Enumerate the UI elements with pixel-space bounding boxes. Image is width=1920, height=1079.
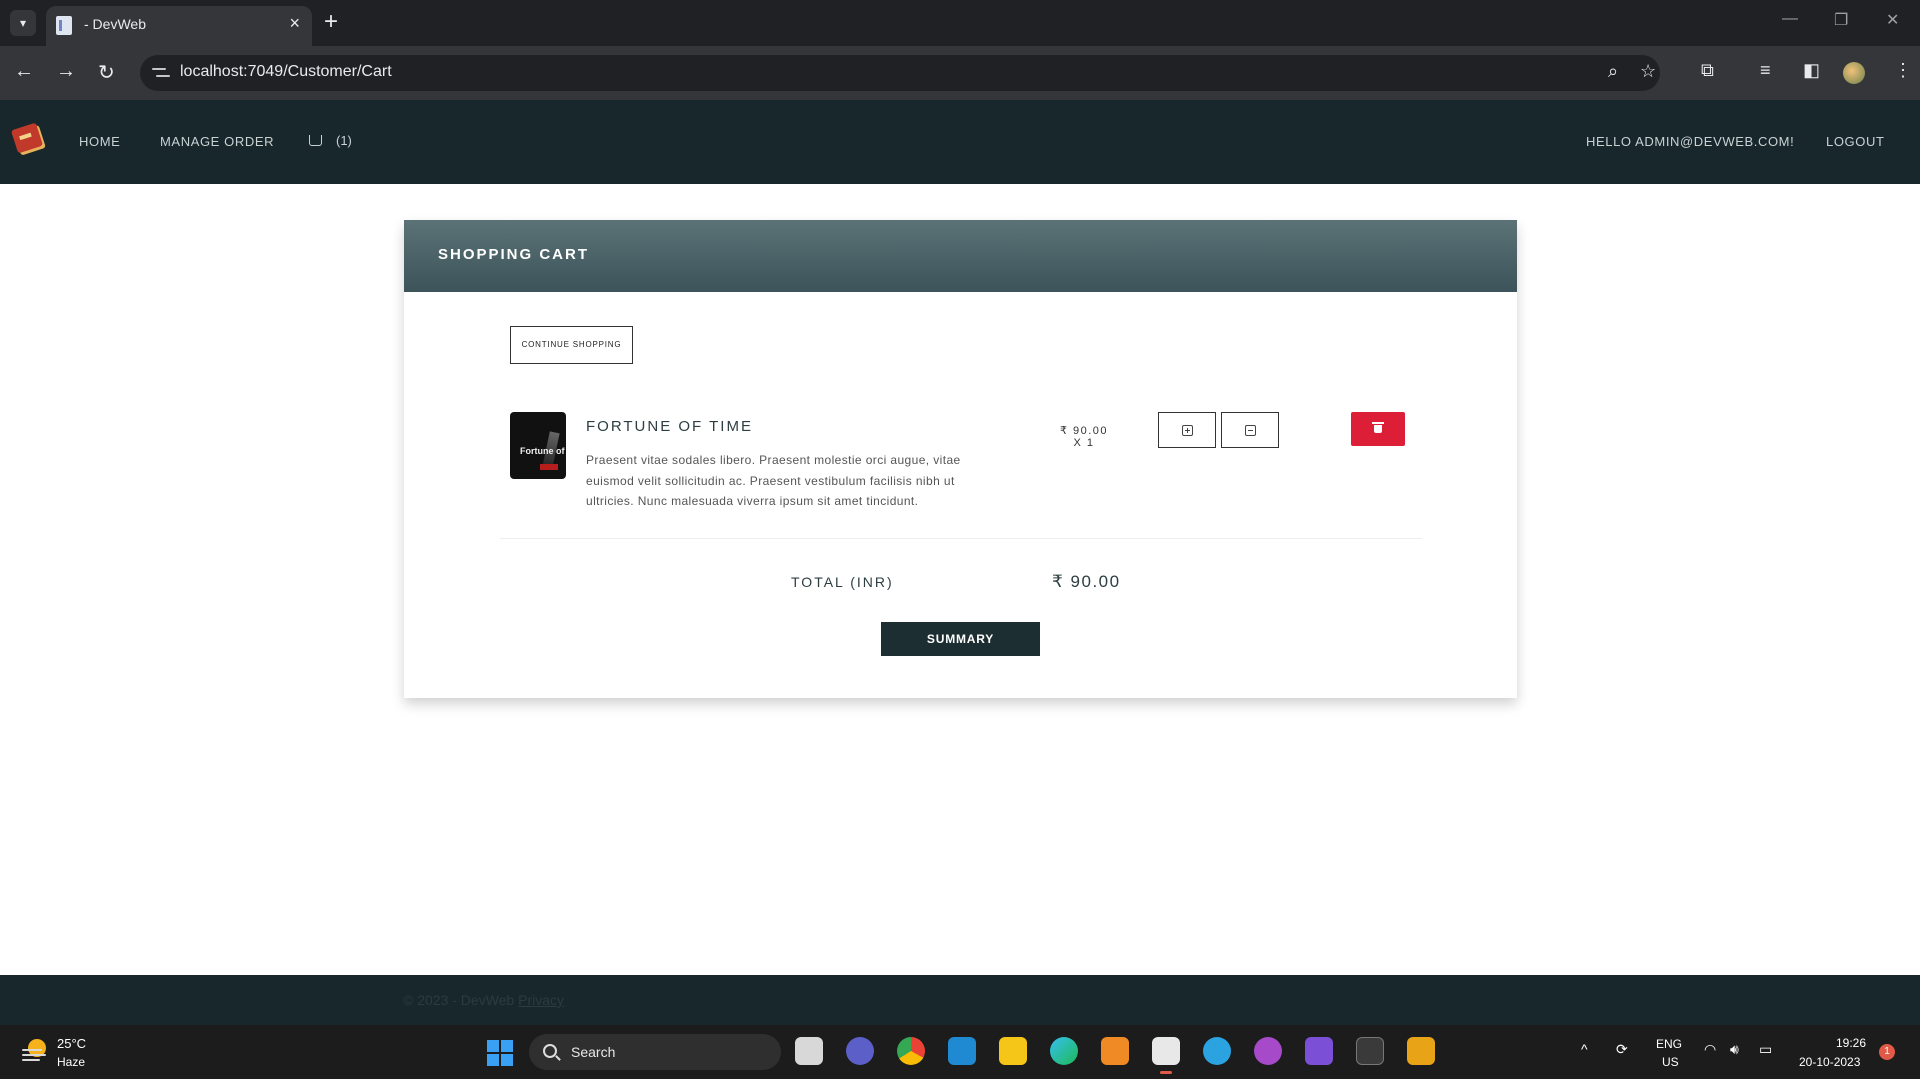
new-tab-icon[interactable]: +	[324, 8, 338, 36]
item-price: ₹ 90.00 X 1	[1044, 425, 1124, 449]
sync-icon[interactable]: ⟳	[1616, 1041, 1628, 1058]
browser-tab[interactable]: - DevWeb ×	[46, 6, 312, 46]
media-controls-icon[interactable]: ≡	[1760, 60, 1771, 81]
dev-tool-icon[interactable]	[1407, 1037, 1435, 1065]
weather-haze-icon[interactable]	[22, 1039, 48, 1061]
clock-time[interactable]: 19:26	[1836, 1036, 1866, 1050]
search-icon	[543, 1044, 557, 1058]
restore-icon[interactable]: ❐	[1834, 10, 1848, 30]
cart-icon	[309, 135, 322, 146]
zoom-icon[interactable]: ⌕	[1608, 61, 1618, 82]
nav-cart[interactable]: (1)	[309, 133, 352, 148]
extensions-icon[interactable]: ⧉	[1701, 60, 1714, 81]
item-unit-price: ₹ 90.00	[1059, 425, 1109, 437]
address-bar[interactable]: localhost:7049/Customer/Cart ⌕ ☆	[140, 55, 1660, 91]
terminal-icon[interactable]	[1356, 1037, 1384, 1065]
total-value: ₹ 90.00	[1052, 572, 1121, 591]
snipping-tool-icon[interactable]	[1152, 1037, 1180, 1074]
book-cover-text: Fortune of	[520, 446, 565, 456]
back-icon[interactable]: ←	[14, 60, 34, 83]
url-text[interactable]: localhost:7049/Customer/Cart	[180, 63, 392, 81]
card-header: SHOPPING CART	[404, 220, 1517, 292]
page-title: SHOPPING CART	[438, 246, 590, 263]
tab-search-chevron-icon[interactable]: ▾	[10, 10, 36, 36]
side-panel-icon[interactable]: ◧	[1803, 60, 1820, 81]
close-window-icon[interactable]: ✕	[1886, 10, 1899, 30]
minus-square-icon	[1245, 425, 1256, 436]
brand-logo-icon[interactable]	[10, 122, 44, 156]
nav-greeting[interactable]: Hello admin@devweb.com!	[1586, 134, 1794, 149]
visual-studio-icon[interactable]	[1305, 1037, 1333, 1065]
bookmark-star-icon[interactable]: ☆	[1640, 61, 1656, 82]
notification-badge[interactable]: 1	[1879, 1044, 1895, 1060]
battery-icon[interactable]: ▭	[1759, 1041, 1772, 1058]
language-indicator[interactable]: ENG	[1656, 1037, 1682, 1051]
vscode-icon[interactable]	[948, 1037, 976, 1065]
total-label: TOTAL (INR)	[791, 574, 894, 590]
item-title: Fortune of Time	[586, 418, 753, 435]
profile-avatar[interactable]	[1843, 62, 1865, 84]
browser-tab-strip: ▾ - DevWeb × + — ❐ ✕	[0, 0, 1920, 46]
trash-icon	[1372, 422, 1384, 434]
tab-title: - DevWeb	[84, 16, 146, 32]
summary-button[interactable]: SUMMARY	[881, 622, 1040, 656]
site-navbar: Home Manage Order (1) Hello admin@devweb…	[0, 100, 1920, 184]
reload-icon[interactable]: ↻	[98, 60, 115, 85]
minimize-icon[interactable]: —	[1782, 10, 1798, 28]
windows-taskbar: 25°C Haze Search ^ ⟳ ENG US ◠ 🔊︎ ▭ 19:26…	[0, 1025, 1920, 1079]
sublime-text-icon[interactable]	[1101, 1037, 1129, 1065]
continue-shopping-button[interactable]: CONTINUE SHOPPING	[510, 326, 633, 364]
close-tab-icon[interactable]: ×	[289, 13, 300, 34]
keyboard-layout[interactable]: US	[1662, 1055, 1679, 1069]
forward-icon[interactable]: →	[56, 60, 76, 83]
remove-item-button[interactable]	[1351, 412, 1405, 446]
page-favicon-icon	[56, 16, 72, 35]
wifi-icon[interactable]: ◠	[1704, 1041, 1716, 1058]
clock-date[interactable]: 20-10-2023	[1799, 1055, 1860, 1069]
nav-home[interactable]: Home	[79, 134, 120, 149]
nav-manage-order[interactable]: Manage Order	[160, 134, 274, 149]
search-label: Search	[571, 1044, 616, 1060]
weather-temperature[interactable]: 25°C	[57, 1036, 86, 1051]
telegram-icon[interactable]	[1203, 1037, 1231, 1065]
teams-chat-icon[interactable]	[846, 1037, 874, 1065]
chrome-menu-icon[interactable]: ⋮	[1894, 60, 1912, 81]
chrome-app-icon[interactable]	[897, 1037, 925, 1065]
copyright-text: © 2023 - DevWeb	[403, 992, 519, 1008]
volume-icon[interactable]: 🔊︎	[1730, 1041, 1739, 1058]
browser-app-icon[interactable]	[1254, 1037, 1282, 1065]
item-description: Praesent vitae sodales libero. Praesent …	[586, 453, 961, 508]
show-hidden-icons-chevron-icon[interactable]: ^	[1581, 1041, 1588, 1057]
shopping-cart-card: SHOPPING CART CONTINUE SHOPPING Fortune …	[404, 220, 1517, 698]
site-footer: © 2023 - DevWeb Privacy	[0, 975, 1920, 1025]
divider	[500, 538, 1422, 539]
decrease-quantity-button[interactable]	[1221, 412, 1279, 448]
footer-text: © 2023 - DevWeb Privacy	[403, 992, 564, 1008]
file-explorer-icon[interactable]	[999, 1037, 1027, 1065]
cart-count: (1)	[336, 133, 352, 148]
weather-description[interactable]: Haze	[57, 1055, 85, 1069]
increase-quantity-button[interactable]	[1158, 412, 1216, 448]
nav-logout[interactable]: Logout	[1826, 134, 1885, 149]
taskbar-search[interactable]: Search	[529, 1034, 781, 1070]
edge-icon[interactable]	[1050, 1037, 1078, 1065]
plus-square-icon	[1182, 425, 1193, 436]
task-view-icon[interactable]	[795, 1037, 823, 1065]
site-settings-icon[interactable]	[152, 64, 170, 82]
browser-toolbar: ← → ↻ localhost:7049/Customer/Cart ⌕ ☆ ⧉…	[0, 46, 1920, 100]
book-cover-image: Fortune of	[510, 412, 566, 479]
item-quantity: X 1	[1073, 437, 1095, 449]
privacy-link[interactable]: Privacy	[518, 992, 564, 1008]
windows-start-icon[interactable]	[487, 1040, 513, 1066]
